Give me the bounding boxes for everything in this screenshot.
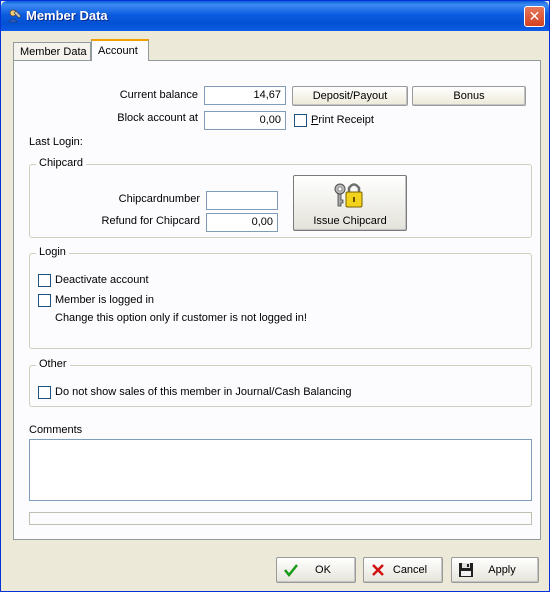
member-logged-in-checkbox[interactable] (38, 294, 51, 307)
other-legend: Other (36, 358, 70, 370)
member-logged-in-label: Member is logged in (55, 294, 155, 306)
tab-member-data[interactable]: Member Data (13, 42, 91, 61)
current-balance-field[interactable]: 14,67 (204, 86, 286, 105)
login-group: Login Deactivate account Member is logge… (29, 246, 532, 349)
title-bar[interactable]: Member Data ✕ (1, 1, 549, 31)
refund-chipcard-label: Refund for Chipcard (101, 215, 200, 227)
tab-account[interactable]: Account (91, 39, 149, 61)
chipcard-legend: Chipcard (36, 157, 87, 169)
cancel-label: Cancel (392, 564, 428, 576)
keys-lock-icon (334, 183, 363, 208)
block-account-field[interactable]: 0,00 (204, 111, 286, 130)
chipcard-number-label: Chipcardnumber (118, 193, 200, 205)
bonus-button[interactable]: Bonus (412, 86, 526, 106)
status-panel (29, 512, 532, 525)
hide-sales-checkbox[interactable] (38, 386, 51, 399)
apply-button[interactable]: Apply (451, 557, 539, 583)
comments-textarea[interactable] (29, 439, 532, 501)
chipcard-group: Chipcard Chipcardnumber Refund for Chipc… (29, 157, 532, 238)
window-title: Member Data (26, 8, 108, 23)
close-icon: ✕ (528, 8, 541, 24)
chipcard-number-field[interactable] (206, 191, 278, 210)
account-tab-panel: Current balance 14,67 Deposit/Payout Bon… (13, 60, 541, 540)
close-button[interactable]: ✕ (524, 6, 545, 27)
refund-chipcard-field[interactable]: 0,00 (206, 213, 278, 232)
cancel-button[interactable]: Cancel (363, 557, 443, 583)
member-app-icon (8, 9, 22, 23)
print-receipt-label: Print Receipt (311, 114, 374, 126)
deposit-payout-button[interactable]: Deposit/Payout (292, 86, 408, 106)
deactivate-account-checkbox[interactable] (38, 274, 51, 287)
hide-sales-label: Do not show sales of this member in Jour… (55, 386, 352, 398)
tab-member-data-label: Member Data (20, 46, 87, 58)
issue-chipcard-label: Issue Chipcard (313, 215, 387, 227)
comments-label: Comments (29, 424, 83, 436)
issue-chipcard-button[interactable]: Issue Chipcard (293, 175, 407, 231)
print-receipt-text: rint Receipt (318, 114, 374, 126)
current-balance-label: Current balance (119, 89, 198, 101)
other-group: Other Do not show sales of this member i… (29, 358, 532, 407)
login-note: Change this option only if customer is n… (55, 312, 307, 324)
ok-label: OK (315, 564, 331, 576)
block-account-label: Block account at (117, 112, 198, 124)
last-login-label: Last Login: (29, 136, 83, 148)
print-receipt-checkbox[interactable] (294, 114, 307, 127)
login-legend: Login (36, 246, 69, 258)
deactivate-account-label: Deactivate account (55, 274, 149, 286)
apply-label: Apply (488, 564, 516, 576)
ok-button[interactable]: OK (276, 557, 356, 583)
tab-account-label: Account (98, 45, 138, 57)
member-data-window: Member Data ✕ Member Data Account Curren… (0, 0, 550, 592)
